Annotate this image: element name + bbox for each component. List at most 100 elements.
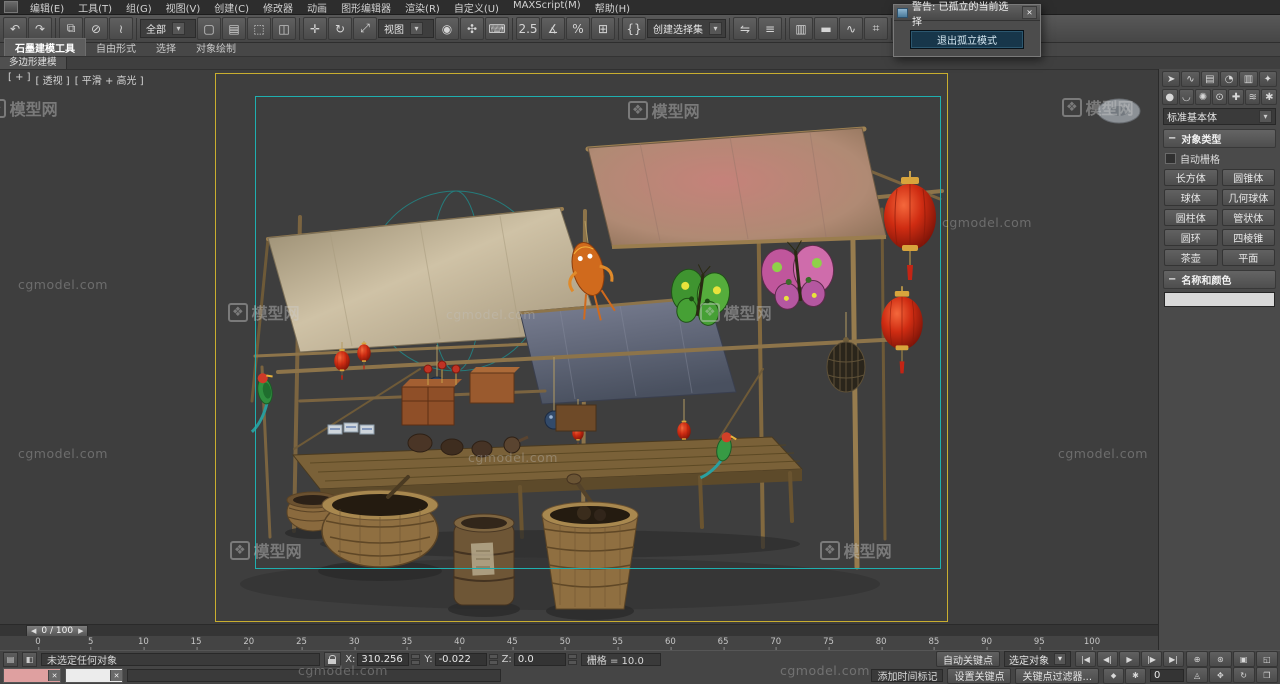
maxscript-listener-strip[interactable]: ✕ [65, 668, 123, 683]
previous-frame-button[interactable]: ◀| [1097, 651, 1118, 667]
checkbox-icon[interactable] [1165, 153, 1176, 164]
object-type-button[interactable]: 长方体 [1164, 169, 1218, 186]
spinner-arrows[interactable] [489, 654, 498, 665]
menu-item[interactable]: 自定义(U) [447, 0, 506, 15]
go-to-start-button[interactable]: |◀ [1075, 651, 1096, 667]
menu-item[interactable]: 创建(C) [207, 0, 256, 15]
object-type-button[interactable]: 圆锥体 [1222, 169, 1276, 186]
use-pivot-center-icon[interactable]: ◉ [435, 17, 459, 40]
select-and-manipulate-icon[interactable]: ✣ [460, 17, 484, 40]
window-crossing-icon[interactable]: ◫ [272, 17, 296, 40]
close-icon[interactable]: ✕ [110, 670, 122, 681]
object-type-button[interactable]: 管状体 [1222, 209, 1276, 226]
object-type-button[interactable]: 圆柱体 [1164, 209, 1218, 226]
viewport-menu-pov[interactable]: [ 透视 ] [36, 72, 70, 87]
pink-butterfly-kite[interactable] [759, 237, 838, 311]
select-and-move-icon[interactable]: ✛ [303, 17, 327, 40]
birdcage[interactable] [827, 337, 865, 392]
red-lantern-medium[interactable] [881, 286, 923, 373]
name-color-rollout[interactable]: − 名称和颜色 [1163, 270, 1276, 289]
create-tab-icon[interactable]: ➤ [1162, 71, 1180, 87]
maxscript-mini-listener-icon[interactable]: ▤ [3, 652, 18, 667]
field-of-view-icon[interactable]: ◬ [1186, 667, 1208, 683]
y-coordinate-field[interactable]: Y: -0.022 [424, 653, 497, 666]
systems-category-icon[interactable]: ✱ [1261, 89, 1277, 105]
keyboard-override-icon[interactable]: ⌨ [485, 17, 509, 40]
space-warps-category-icon[interactable]: ≋ [1245, 89, 1261, 105]
spinner-arrows[interactable] [568, 654, 577, 665]
play-animation-button[interactable]: ▶ [1119, 651, 1140, 667]
app-icon[interactable] [4, 1, 18, 13]
zoom-extents-icon[interactable]: ▣ [1233, 651, 1255, 667]
macro-recorder-strip[interactable]: ✕ [3, 668, 61, 683]
reference-coordinate-dropdown[interactable]: 视图▾ [378, 19, 434, 38]
ribbon-toggle-icon[interactable]: ▬ [814, 17, 838, 40]
menu-item[interactable]: MAXScript(M) [506, 0, 588, 15]
selection-lock-toggle-icon[interactable] [324, 652, 341, 667]
lights-category-icon[interactable]: ✺ [1195, 89, 1211, 105]
menu-item[interactable]: 组(G) [119, 0, 159, 15]
object-type-button[interactable]: 球体 [1164, 189, 1218, 206]
next-frame-button[interactable]: |▶ [1141, 651, 1162, 667]
z-value[interactable]: 0.0 [514, 653, 566, 666]
add-time-tag[interactable]: 添加时间标记 [871, 669, 943, 682]
object-type-button[interactable]: 圆环 [1164, 229, 1218, 246]
basket-tall[interactable] [542, 474, 638, 620]
ribbon-tab[interactable]: 选择 [146, 39, 186, 56]
select-and-link-icon[interactable]: ⧉ [59, 17, 83, 40]
tab-polygon-modeling[interactable]: 多边形建模 [0, 57, 67, 69]
steering-wheel[interactable] [1096, 97, 1142, 125]
zoom-region-icon[interactable]: ◱ [1256, 651, 1278, 667]
primitive-type-dropdown[interactable]: 标准基本体 ▾ [1163, 108, 1276, 125]
exit-isolation-button[interactable]: 退出孤立模式 [910, 30, 1024, 49]
key-selection-dropdown[interactable]: 选定对象 ▾ [1004, 651, 1071, 667]
menu-item[interactable]: 视图(V) [159, 0, 208, 15]
geometry-category-icon[interactable]: ● [1162, 89, 1178, 105]
autogrid-checkbox[interactable]: 自动栅格 [1165, 151, 1274, 166]
menu-item[interactable]: 动画 [300, 0, 334, 15]
cameras-category-icon[interactable]: ⊙ [1212, 89, 1228, 105]
object-type-button[interactable]: 平面 [1222, 249, 1276, 266]
edit-named-selection-sets-icon[interactable]: {} [622, 17, 646, 40]
schematic-view-icon[interactable]: ⌗ [864, 17, 888, 40]
object-name-field[interactable] [1164, 292, 1275, 307]
key-mode-toggle-button[interactable]: ⬥ [1103, 668, 1124, 684]
selection-filter-dropdown[interactable]: 全部▾ [140, 19, 196, 38]
bind-to-space-warp-icon[interactable]: ≀ [109, 17, 133, 40]
undo-icon[interactable]: ↶ [3, 17, 27, 40]
zoom-icon[interactable]: ⊕ [1186, 651, 1208, 667]
x-coordinate-field[interactable]: X: 310.256 [345, 653, 420, 666]
percent-snap-icon[interactable]: % [566, 17, 590, 40]
ribbon-tab[interactable]: 自由形式 [86, 39, 146, 56]
pan-icon[interactable]: ✥ [1209, 667, 1231, 683]
redo-icon[interactable]: ↷ [28, 17, 52, 40]
x-value[interactable]: 310.256 [357, 653, 409, 666]
object-type-button[interactable]: 茶壶 [1164, 249, 1218, 266]
select-by-name-icon[interactable]: ▤ [222, 17, 246, 40]
object-type-button[interactable]: 四棱锥 [1222, 229, 1276, 246]
hierarchy-tab-icon[interactable]: ▤ [1201, 71, 1219, 87]
unlink-selection-icon[interactable]: ⊘ [84, 17, 108, 40]
track-bar[interactable]: 0510152025303540455055606570758085909510… [0, 636, 1158, 651]
display-tab-icon[interactable]: ▥ [1239, 71, 1257, 87]
zoom-all-icon[interactable]: ⊛ [1209, 651, 1231, 667]
ribbon-tab[interactable]: 对象绘制 [186, 39, 246, 56]
layer-manager-icon[interactable]: ▥ [789, 17, 813, 40]
menu-item[interactable]: 图形编辑器 [334, 0, 398, 15]
object-type-button[interactable]: 几何球体 [1222, 189, 1276, 206]
select-object-icon[interactable]: ▢ [197, 17, 221, 40]
close-icon[interactable]: ✕ [48, 670, 60, 681]
menu-item[interactable]: 修改器 [256, 0, 300, 15]
pink-canopy[interactable] [588, 128, 886, 247]
next-frame-arrow-icon[interactable]: ▶ [78, 627, 83, 635]
menu-item[interactable]: 工具(T) [71, 0, 119, 15]
viewport-menu-general[interactable]: [ + ] [8, 72, 31, 87]
z-coordinate-field[interactable]: Z: 0.0 [502, 653, 577, 666]
mirror-icon[interactable]: ⇋ [733, 17, 757, 40]
current-frame-field[interactable]: 0 [1150, 669, 1184, 682]
perspective-viewport[interactable]: [ + ] [ 透视 ] [ 平滑 + 高光 ] [0, 69, 1158, 624]
orbit-icon[interactable]: ↻ [1233, 667, 1255, 683]
prev-frame-arrow-icon[interactable]: ◀ [31, 627, 36, 635]
viewport-menu-shading[interactable]: [ 平滑 + 高光 ] [75, 72, 144, 87]
ribbon-tab[interactable]: 石墨建模工具 [4, 38, 86, 56]
